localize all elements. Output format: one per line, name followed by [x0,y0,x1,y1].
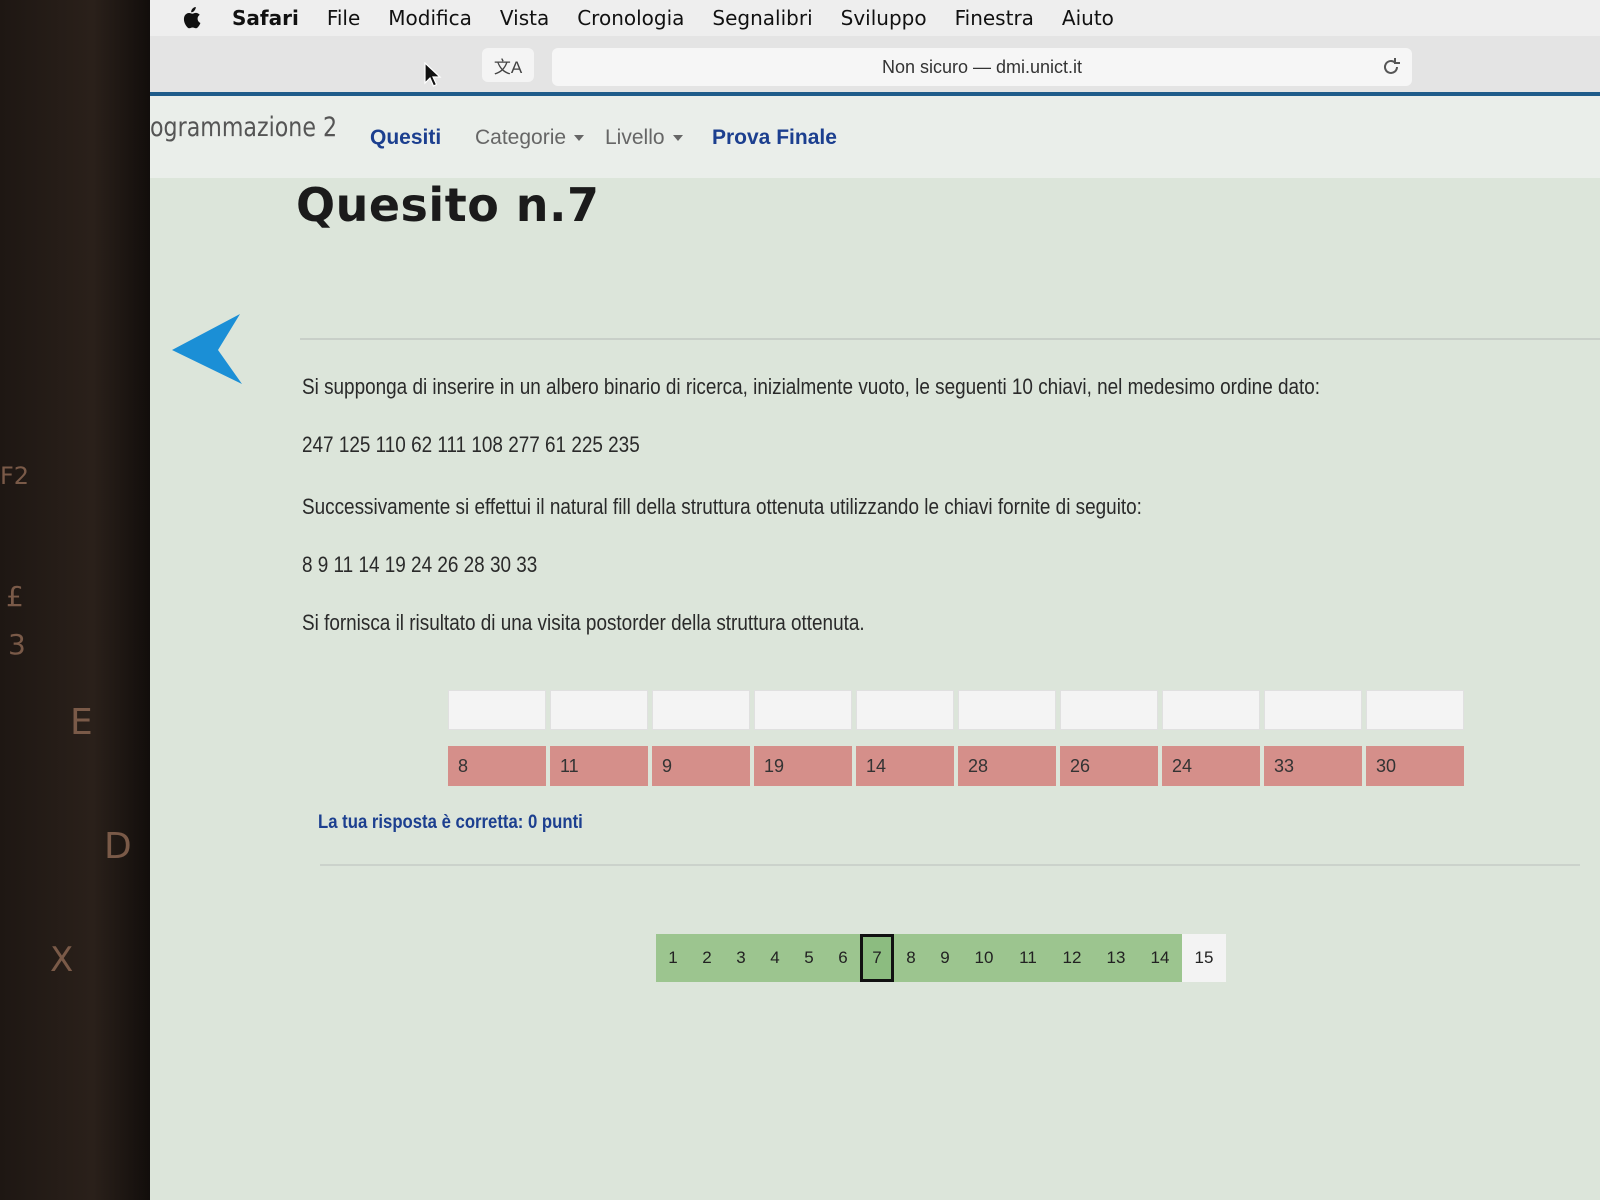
address-bar[interactable]: Non sicuro — dmi.unict.it [552,48,1412,86]
page-link[interactable]: 6 [826,934,860,982]
page-link-current[interactable]: 7 [860,934,894,982]
address-text: Non sicuro — dmi.unict.it [881,57,1083,77]
key-f2: F2 [0,462,30,490]
solution-cell: 11 [550,746,648,786]
answer-input[interactable] [448,690,546,730]
key-3: 3 [8,628,26,661]
menu-segnalibri[interactable]: Segnalibri [712,6,812,30]
menu-safari[interactable]: Safari [232,6,299,30]
keyboard-edge: F2 £ 3 E D X [0,0,155,1200]
key-d: D [104,826,132,867]
answer-input[interactable] [1366,690,1464,730]
nav-categorie-dropdown[interactable]: Categorie [475,126,585,150]
answer-input[interactable] [754,690,852,730]
question-pagination: 1 2 3 4 5 6 7 8 9 10 11 12 13 14 15 [656,934,1226,982]
page-link[interactable]: 11 [1006,934,1050,982]
browser-toolbar: 文A Non sicuro — dmi.unict.it [150,36,1600,96]
solution-cell: 9 [652,746,750,786]
menu-sviluppo[interactable]: Sviluppo [841,6,927,30]
page-link[interactable]: 2 [690,934,724,982]
menu-vista[interactable]: Vista [500,6,549,30]
solution-cell: 33 [1264,746,1362,786]
page-link[interactable]: 10 [962,934,1006,982]
page-link[interactable]: 8 [894,934,928,982]
solution-cell: 30 [1366,746,1464,786]
solution-cell: 28 [958,746,1056,786]
page-link[interactable]: 1 [656,934,690,982]
page-link[interactable]: 4 [758,934,792,982]
main-content: Quesito n.7 Si supponga di inserire in u… [150,178,1600,1200]
result-message: La tua risposta è corretta: 0 punti [318,812,583,833]
divider [300,338,1600,340]
question-text-1: Si supponga di inserire in un albero bin… [302,374,1321,399]
menu-file[interactable]: File [327,6,360,30]
translate-icon: 文A [493,57,523,77]
page-link[interactable]: 13 [1094,934,1138,982]
nav-categorie-label: Categorie [475,126,567,149]
solution-cell: 24 [1162,746,1260,786]
answer-input[interactable] [652,690,750,730]
solution-cell: 26 [1060,746,1158,786]
menu-modifica[interactable]: Modifica [388,6,472,30]
answer-input[interactable] [958,690,1056,730]
question-keys-fill: 8 9 11 14 19 24 26 28 30 33 [302,552,538,577]
question-text-2: Successivamente si effettui il natural f… [302,494,1142,519]
menu-bar: Safari File Modifica Vista Cronologia Se… [150,0,1600,36]
menu-aiuto[interactable]: Aiuto [1062,6,1114,30]
site-navbar: ogrammazione 2 Quesiti Categorie Livello… [150,96,1600,178]
site-brand[interactable]: ogrammazione 2 [150,112,337,143]
page-title: Quesito n.7 [296,178,600,232]
nav-livello-dropdown[interactable]: Livello [605,126,683,150]
caret-down-icon [574,135,585,142]
answer-input[interactable] [856,690,954,730]
key-pound: £ [6,580,24,613]
divider [320,864,1580,866]
caret-down-icon [672,135,683,142]
page-link[interactable]: 9 [928,934,962,982]
answer-input[interactable] [1264,690,1362,730]
solution-cell: 14 [856,746,954,786]
question-keys-insert: 247 125 110 62 111 108 277 61 225 235 [302,432,640,457]
nav-prova-finale[interactable]: Prova Finale [712,126,837,150]
reload-icon[interactable] [1380,56,1402,78]
solution-row: 8 11 9 19 14 28 26 24 33 30 [448,746,1464,786]
nav-quesiti[interactable]: Quesiti [370,126,441,150]
page-link[interactable]: 14 [1138,934,1182,982]
menu-cronologia[interactable]: Cronologia [577,6,684,30]
apple-icon[interactable] [180,7,202,29]
back-arrow-icon[interactable] [170,312,244,386]
answer-input[interactable] [1162,690,1260,730]
key-x: X [50,940,74,980]
solution-cell: 8 [448,746,546,786]
translate-button[interactable]: 文A [482,48,534,82]
answer-inputs [448,690,1464,730]
question-text-3: Si fornisca il risultato di una visita p… [302,610,865,635]
solution-cell: 19 [754,746,852,786]
page-link[interactable]: 3 [724,934,758,982]
answer-input[interactable] [550,690,648,730]
menu-finestra[interactable]: Finestra [955,6,1034,30]
nav-livello-label: Livello [605,126,665,149]
mouse-cursor-icon [424,62,442,87]
page-link[interactable]: 5 [792,934,826,982]
page-link[interactable]: 12 [1050,934,1094,982]
screen: Safari File Modifica Vista Cronologia Se… [150,0,1600,1200]
answer-input[interactable] [1060,690,1158,730]
page-link[interactable]: 15 [1182,934,1226,982]
key-e: E [70,702,93,743]
